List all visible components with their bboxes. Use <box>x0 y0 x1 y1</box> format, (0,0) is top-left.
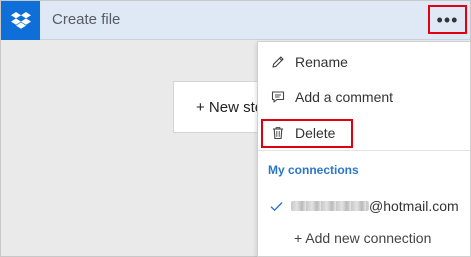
add-new-connection-link[interactable]: + Add new connection <box>294 230 431 246</box>
more-options-button[interactable]: ••• <box>428 5 467 34</box>
action-title[interactable]: Create file <box>52 11 120 28</box>
redacted-email-prefix <box>291 201 369 211</box>
menu-divider <box>258 150 470 151</box>
pencil-icon <box>270 54 286 70</box>
menu-item-label: Add a comment <box>295 89 394 105</box>
connection-item[interactable]: @hotmail.com <box>258 194 470 218</box>
comment-icon <box>270 89 286 105</box>
app-frame: Create file ••• + New step Rename Add a … <box>0 0 471 257</box>
menu-item-add-comment[interactable]: Add a comment <box>258 82 470 112</box>
action-header: Create file ••• <box>1 1 470 40</box>
connections-heading: My connections <box>268 163 359 177</box>
connection-email: @hotmail.com <box>369 198 459 214</box>
delete-highlight-box <box>261 119 353 148</box>
checkmark-icon <box>268 198 284 214</box>
options-menu: Rename Add a comment Delete My connectio… <box>257 41 471 257</box>
menu-item-rename[interactable]: Rename <box>258 47 470 77</box>
dropbox-icon <box>1 1 40 40</box>
menu-item-label: Rename <box>295 54 348 70</box>
